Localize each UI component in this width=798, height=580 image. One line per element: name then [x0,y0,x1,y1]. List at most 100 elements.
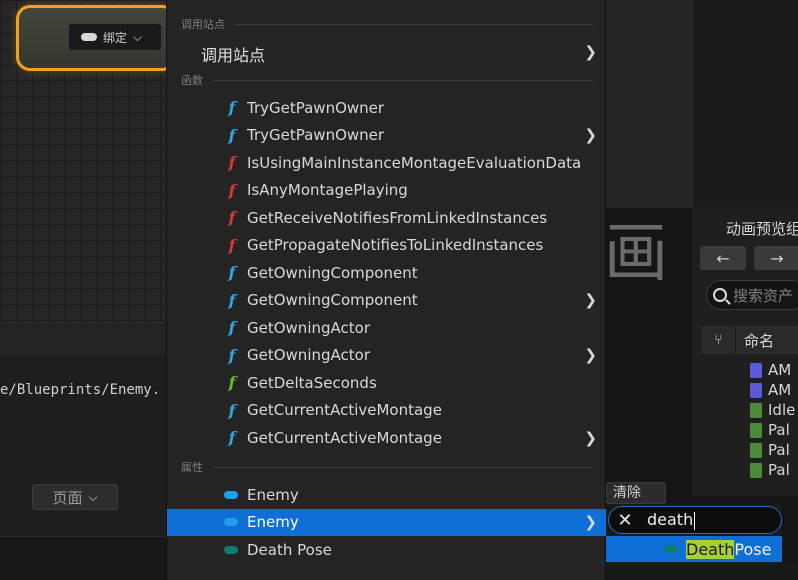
pill-icon [81,33,97,41]
bottom-strip [606,564,798,580]
menu-item-function[interactable]: f GetOwningActor [167,314,607,341]
search-query-text: death [647,510,694,530]
asset-row[interactable]: AM [702,360,798,380]
asset-icon [750,422,762,438]
menu-item-function[interactable]: f GetReceiveNotifiesFromLinkedInstances [167,204,607,231]
variable-pill-icon [224,545,238,554]
menu-item-function[interactable]: f IsAnyMontagePlaying [167,177,607,204]
menu-item-label: GetOwningComponent [247,291,418,309]
variable-pill-icon [224,518,238,526]
context-menu: 调用站点 调用站点 ❯ 函数 f TryGetPawnOwner f TryGetPa… [166,0,607,580]
menu-item-property[interactable]: Enemy [167,481,607,508]
asset-row[interactable]: Pal [702,440,798,460]
back-button[interactable]: ← [700,246,746,270]
page-dropdown-label: 页面 [52,488,83,507]
lower-left-panel: e/Blueprints/Enemy. 页面 ⌵ [0,322,166,580]
divider [235,23,593,25]
asset-search-input[interactable]: 搜索资产 [706,280,798,310]
menu-item-label: IsUsingMainInstanceMontageEvaluationData [247,153,582,172]
asset-name: Pal [768,421,790,439]
search-input[interactable]: ✕ death [608,506,782,534]
asset-icon [750,442,762,458]
asset-row[interactable]: Pal [702,460,798,480]
menu-item-label: Enemy [247,513,299,531]
search-popup: ✕ death Death Pose [606,504,782,564]
search-result-item[interactable]: Death Pose [606,536,782,562]
toolbar-strip [0,323,166,357]
asset-name: Pal [768,461,790,479]
section-header-call-site: 调用站点 [181,16,593,32]
asset-name: Pal [768,441,790,459]
asset-icon [750,362,762,378]
right-top-inner [692,0,798,208]
chevron-right-icon: ❯ [584,126,597,144]
function-icon: f [228,208,236,227]
search-result-rest: Pose [734,539,772,559]
bottom-bar [0,536,166,580]
menu-item-function[interactable]: f GetOwningActor ❯ [167,342,607,369]
menu-item-label: 调用站点 [201,46,266,65]
forward-button[interactable]: → [754,246,798,270]
menu-item-function[interactable]: f GetCurrentActiveMontage ❯ [167,424,607,451]
section-title: 调用站点 [181,18,225,31]
search-query: death [647,510,696,530]
function-icon: f [228,290,236,310]
function-icon: f [228,345,236,365]
clear-button[interactable]: 清除 [606,482,666,504]
function-icon: f [228,373,236,392]
branch-icon[interactable]: ⑂ [702,326,736,354]
bind-button-label: 绑定 [103,30,128,45]
chevron-right-icon: ❯ [584,346,597,364]
menu-item-label: GetDeltaSeconds [247,373,377,392]
variable-pill-icon [664,545,678,553]
menu-item-function[interactable]: f GetCurrentActiveMontage [167,397,607,424]
menu-item-function[interactable]: f GetDeltaSeconds [167,369,607,396]
menu-item-call-site[interactable]: 调用站点 ❯ [167,38,607,66]
asset-icon [750,462,762,478]
search-result-match: Death [686,539,735,559]
menu-item-function[interactable]: f TryGetPawnOwner [167,94,607,121]
menu-item-function[interactable]: f GetOwningComponent [167,259,607,286]
asset-row[interactable]: Idle [702,400,798,420]
menu-item-label: Death Pose [247,540,332,559]
menu-item-label: GetReceiveNotifiesFromLinkedInstances [247,208,548,227]
chevron-down-icon: ⌵ [133,29,143,44]
menu-item-label: GetPropagateNotifiesToLinkedInstances [247,236,544,254]
asset-name: AM [768,361,792,379]
function-icon: f [228,180,236,200]
editor-window: 绑定 ⌵ e/Blueprints/Enemy. 页面 ⌵ 画 动画预览组 ← … [0,0,798,580]
function-icon: f [228,400,236,420]
asset-row[interactable]: Pal [702,420,798,440]
bind-button[interactable]: 绑定 ⌵ [68,23,162,51]
section-header-properties: 属性 [181,459,593,475]
text-caret [694,511,696,530]
menu-item-property[interactable]: Death Pose [167,536,607,563]
menu-item-function[interactable]: f TryGetPawnOwner ❯ [167,122,607,149]
asset-row[interactable]: AM [702,380,798,400]
menu-item-property[interactable]: Enemy ❯ [167,508,607,536]
asset-name: Idle [768,401,796,419]
arrow-left-icon: ← [716,248,730,268]
page-dropdown[interactable]: 页面 ⌵ [32,484,118,510]
arrow-right-icon: → [770,248,784,268]
chevron-right-icon: ❯ [584,42,597,61]
section-title: 函数 [181,74,203,87]
menu-item-function[interactable]: f IsUsingMainInstanceMontageEvaluationDat… [167,149,607,176]
blueprint-graph[interactable]: 绑定 ⌵ [0,0,176,322]
right-top-panel [606,0,798,208]
asset-table-header: ⑂ 命名 [702,326,798,354]
menu-item-label: GetCurrentActiveMontage [247,428,442,447]
close-icon[interactable]: ✕ [611,510,639,531]
chevron-down-icon: ⌵ [88,489,98,504]
anim-panel-title: 动画预览组 [726,220,798,238]
function-icon: f [228,153,236,172]
name-column-header[interactable]: 命名 [736,330,774,351]
menu-item-function[interactable]: f GetPropagateNotifiesToLinkedInstances [167,232,607,259]
divider [213,466,593,468]
menu-item-label: GetCurrentActiveMontage [247,401,442,419]
menu-item-function[interactable]: f GetOwningComponent ❯ [167,287,607,314]
menu-item-label: GetOwningActor [247,346,370,364]
chevron-right-icon: ❯ [584,291,597,309]
section-header-functions: 函数 [181,72,593,88]
asset-icon [750,402,762,418]
